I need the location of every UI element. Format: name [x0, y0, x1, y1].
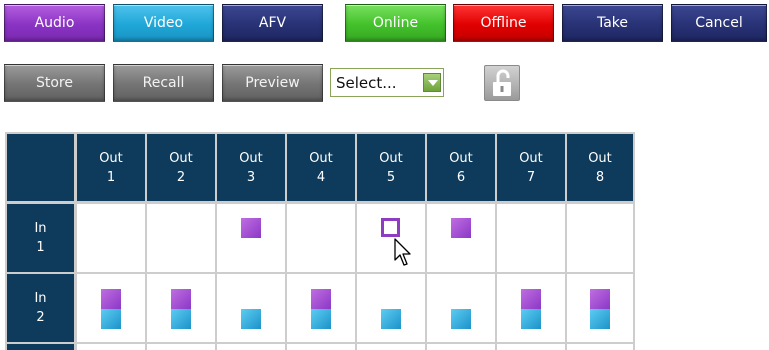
output-header-7: Out 7: [497, 134, 565, 201]
preview-button[interactable]: Preview: [222, 64, 323, 102]
offline-button[interactable]: Offline: [453, 4, 554, 42]
output-label-num: 4: [316, 169, 326, 185]
video-route-marker: [590, 309, 610, 329]
crosspoint-in1-out5[interactable]: [357, 204, 425, 272]
crosspoint-in2-out2[interactable]: [147, 274, 215, 342]
crosspoint-in1-out1[interactable]: [77, 204, 145, 272]
crosspoint-next[interactable]: [357, 344, 425, 350]
crosspoint-in2-out8[interactable]: [567, 274, 633, 342]
input-label-num: 1: [36, 240, 45, 255]
store-button[interactable]: Store: [4, 64, 105, 102]
crosspoint-in2-out7[interactable]: [497, 274, 565, 342]
preset-select[interactable]: Select...: [330, 68, 444, 97]
crosspoint-next[interactable]: [427, 344, 495, 350]
output-header-1: Out 1: [77, 134, 145, 201]
audio-route-marker: [590, 289, 610, 309]
recall-button[interactable]: Recall: [113, 64, 214, 102]
crosspoint-next[interactable]: [77, 344, 145, 350]
output-label-num: 8: [595, 169, 605, 185]
output-label-word: Out: [309, 150, 333, 166]
mouse-pointer-icon: [394, 238, 411, 266]
video-route-marker: [101, 309, 121, 329]
audio-route-marker: [451, 218, 471, 238]
output-header-2: Out 2: [147, 134, 215, 201]
input-header-2: In 2: [7, 274, 74, 342]
input-label-num: 2: [36, 310, 45, 325]
output-label-word: Out: [239, 150, 263, 166]
video-button[interactable]: Video: [113, 4, 214, 42]
crosspoint-in1-out6[interactable]: [427, 204, 495, 272]
output-label-num: 5: [386, 169, 396, 185]
video-route-marker: [311, 309, 331, 329]
audio-button[interactable]: Audio: [4, 4, 105, 42]
output-label-num: 3: [246, 169, 256, 185]
output-label-word: Out: [169, 150, 193, 166]
crosspoint-next[interactable]: [497, 344, 565, 350]
video-route-marker: [521, 309, 541, 329]
route-hover-marker: [381, 218, 400, 237]
crosspoint-in2-out1[interactable]: [77, 274, 145, 342]
output-header-6: Out 6: [427, 134, 495, 201]
crosspoint-in2-out3[interactable]: [217, 274, 285, 342]
output-header-5: Out 5: [357, 134, 425, 201]
output-label-num: 7: [526, 169, 536, 185]
afv-button[interactable]: AFV: [222, 4, 323, 42]
input-header-1: In 1: [7, 204, 74, 272]
crosspoint-in1-out8[interactable]: [567, 204, 633, 272]
routing-matrix: Out 1 Out 2 Out 3 Out 4 Out 5 Out 6 Out 7 Out 8 In 1 In 2: [5, 132, 635, 350]
video-route-marker: [451, 309, 471, 329]
output-label-word: Out: [519, 150, 543, 166]
online-button[interactable]: Online: [345, 4, 446, 42]
input-label-word: In: [34, 221, 47, 236]
input-header-next: [7, 344, 74, 350]
crosspoint-next[interactable]: [217, 344, 285, 350]
output-label-word: Out: [99, 150, 123, 166]
crosspoint-in1-out4[interactable]: [287, 204, 355, 272]
output-label-word: Out: [588, 150, 612, 166]
crosspoint-in1-out3[interactable]: [217, 204, 285, 272]
crosspoint-in2-out6[interactable]: [427, 274, 495, 342]
video-route-marker: [241, 309, 261, 329]
audio-route-marker: [101, 289, 121, 309]
chevron-down-icon[interactable]: [423, 73, 441, 92]
input-label-word: In: [34, 291, 47, 306]
take-button[interactable]: Take: [562, 4, 663, 42]
crosspoint-next[interactable]: [567, 344, 633, 350]
crosspoint-in2-out5[interactable]: [357, 274, 425, 342]
output-label-num: 2: [176, 169, 186, 185]
audio-route-marker: [171, 289, 191, 309]
crosspoint-in1-out2[interactable]: [147, 204, 215, 272]
output-header-3: Out 3: [217, 134, 285, 201]
padlock-open-glyph: [493, 69, 511, 96]
output-header-8: Out 8: [567, 134, 633, 201]
output-label-word: Out: [449, 150, 473, 166]
output-label-word: Out: [379, 150, 403, 166]
matrix-corner: [7, 134, 74, 201]
crosspoint-in1-out7[interactable]: [497, 204, 565, 272]
audio-route-marker: [311, 289, 331, 309]
output-label-num: 1: [106, 169, 116, 185]
cancel-button[interactable]: Cancel: [671, 4, 767, 42]
audio-route-marker: [521, 289, 541, 309]
preset-select-value: Select...: [336, 74, 397, 92]
crosspoint-in2-out4[interactable]: [287, 274, 355, 342]
unlock-icon[interactable]: [484, 65, 520, 101]
audio-route-marker: [241, 218, 261, 238]
output-label-num: 6: [456, 169, 466, 185]
video-route-marker: [381, 309, 401, 329]
crosspoint-next[interactable]: [147, 344, 215, 350]
video-route-marker: [171, 309, 191, 329]
output-header-4: Out 4: [287, 134, 355, 201]
crosspoint-next[interactable]: [287, 344, 355, 350]
